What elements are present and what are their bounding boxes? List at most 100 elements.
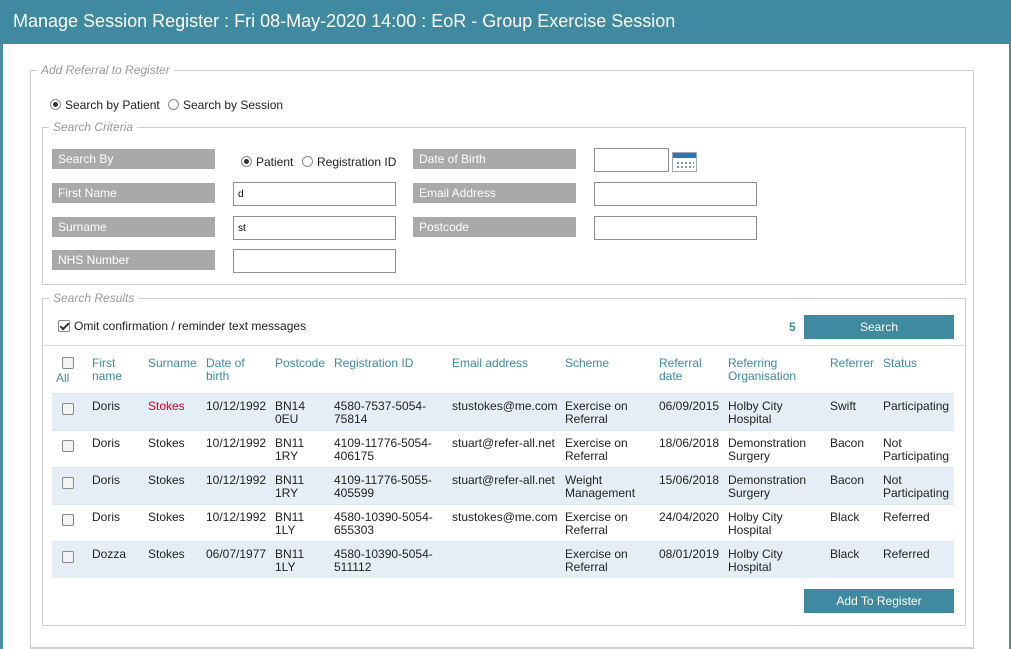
patient-radio[interactable] xyxy=(241,156,252,167)
select-all-header: All xyxy=(52,351,88,393)
row-referral-date: 18/06/2018 xyxy=(655,429,724,467)
row-email: stustokes@me.com xyxy=(448,392,561,430)
omit-messages-label: Omit confirmation / reminder text messag… xyxy=(74,319,307,333)
search-by-session-radio[interactable] xyxy=(168,99,179,110)
referring-org-header[interactable]: Referring Organisation xyxy=(724,351,826,393)
row-referral-date: 24/04/2020 xyxy=(655,503,724,541)
dob-header[interactable]: Date of birth xyxy=(202,351,271,393)
surname-input[interactable] xyxy=(233,216,396,240)
row-referring-org: Demonstration Surgery xyxy=(724,429,826,467)
row-surname: Stokes xyxy=(144,392,202,430)
search-by-patient-radio[interactable] xyxy=(50,99,61,110)
select-all-checkbox[interactable] xyxy=(62,357,74,369)
add-referral-legend: Add Referral to Register xyxy=(41,63,170,77)
referrer-header[interactable]: Referrer xyxy=(826,351,879,393)
row-scheme: Exercise on Referral xyxy=(561,540,655,578)
table-row[interactable]: Doris Stokes 10/12/1992 BN11 1RY 4109-117… xyxy=(52,429,954,467)
row-referrer: Swift xyxy=(826,392,879,430)
results-divider xyxy=(43,345,965,346)
row-referrer: Bacon xyxy=(826,429,879,467)
nhs-number-input[interactable] xyxy=(233,249,396,273)
row-referrer: Bacon xyxy=(826,466,879,504)
status-header[interactable]: Status xyxy=(879,351,954,393)
referral-date-header[interactable]: Referral date xyxy=(655,351,724,393)
email-address-input[interactable] xyxy=(594,182,757,206)
row-referral-date: 15/06/2018 xyxy=(655,466,724,504)
row-postcode: BN11 1LY xyxy=(271,540,330,578)
row-referring-org: Holby City Hospital xyxy=(724,503,826,541)
date-of-birth-label: Date of Birth xyxy=(413,149,576,169)
row-checkbox[interactable] xyxy=(62,439,74,452)
table-row[interactable]: Dozza Stokes 06/07/1977 BN11 1LY 4580-103… xyxy=(52,540,954,578)
registration-id-label: Registration ID xyxy=(317,155,397,169)
registration-id-header[interactable]: Registration ID xyxy=(330,351,448,393)
postcode-input[interactable] xyxy=(594,216,757,240)
row-status: Not Participating xyxy=(879,429,954,467)
row-surname: Stokes xyxy=(144,540,202,578)
first-name-label: First Name xyxy=(52,183,215,203)
email-address-label: Email Address xyxy=(413,183,576,203)
main-content: Add Referral to Register Search by Patie… xyxy=(3,44,1009,649)
search-by-patient-label: Search by Patient xyxy=(65,98,160,112)
first-name-header[interactable]: First name xyxy=(88,351,144,393)
row-registration-id: 4580-10390-5054- 655303 xyxy=(330,503,448,541)
row-referrer: Black xyxy=(826,540,879,578)
row-scheme: Exercise on Referral xyxy=(561,392,655,430)
row-email xyxy=(448,540,561,578)
row-first-name: Doris xyxy=(88,466,144,504)
postcode-header[interactable]: Postcode xyxy=(271,351,330,393)
row-postcode: BN11 1RY xyxy=(271,429,330,467)
row-status: Not Participating xyxy=(879,466,954,504)
row-checkbox[interactable] xyxy=(62,402,74,415)
table-row[interactable]: Doris Stokes 10/12/1992 BN11 1LY 4580-103… xyxy=(52,503,954,541)
add-to-register-button[interactable]: Add To Register xyxy=(804,589,954,613)
row-checkbox[interactable] xyxy=(62,513,74,526)
row-first-name: Dozza xyxy=(88,540,144,578)
row-dob: 10/12/1992 xyxy=(202,503,271,541)
row-status: Referred xyxy=(879,540,954,578)
row-postcode: BN14 0EU xyxy=(271,392,330,430)
first-name-input[interactable] xyxy=(233,182,396,206)
row-surname: Stokes xyxy=(144,429,202,467)
postcode-label: Postcode xyxy=(413,217,576,237)
search-by-session-option[interactable]: Search by Session xyxy=(168,98,283,112)
search-button[interactable]: Search xyxy=(804,315,954,339)
row-checkbox[interactable] xyxy=(62,476,74,489)
scheme-header[interactable]: Scheme xyxy=(561,351,655,393)
date-of-birth-input[interactable] xyxy=(594,148,669,172)
surname-header[interactable]: Surname xyxy=(144,351,202,393)
table-row[interactable]: Doris Stokes 10/12/1992 BN14 0EU 4580-753… xyxy=(52,392,954,430)
row-postcode: BN11 1LY xyxy=(271,503,330,541)
email-header[interactable]: Email address xyxy=(448,351,561,393)
table-row[interactable]: Doris Stokes 10/12/1992 BN11 1RY 4109-117… xyxy=(52,466,954,504)
result-count: 5 xyxy=(789,320,796,334)
row-scheme: Exercise on Referral xyxy=(561,429,655,467)
row-dob: 06/07/1977 xyxy=(202,540,271,578)
row-postcode: BN11 1RY xyxy=(271,466,330,504)
search-by-registration-option[interactable]: Registration ID xyxy=(302,155,396,169)
calendar-icon[interactable] xyxy=(672,152,697,172)
search-by-patient-type-option[interactable]: Patient xyxy=(241,155,293,169)
row-referring-org: Holby City Hospital xyxy=(724,392,826,430)
search-criteria-legend: Search Criteria xyxy=(53,120,134,134)
row-referral-date: 08/01/2019 xyxy=(655,540,724,578)
row-scheme: Weight Management xyxy=(561,466,655,504)
row-referral-date: 06/09/2015 xyxy=(655,392,724,430)
row-dob: 10/12/1992 xyxy=(202,392,271,430)
omit-messages-checkbox[interactable] xyxy=(58,320,70,332)
row-registration-id: 4109-11776-5055- 405599 xyxy=(330,466,448,504)
row-scheme: Exercise on Referral xyxy=(561,503,655,541)
row-registration-id: 4580-7537-5054- 75814 xyxy=(330,392,448,430)
registration-id-radio[interactable] xyxy=(302,156,313,167)
results-header-row: All First name Surname Date of birth Postc… xyxy=(52,351,954,393)
row-first-name: Doris xyxy=(88,503,144,541)
search-by-patient-option[interactable]: Search by Patient xyxy=(50,98,160,112)
results-table-wrap: All First name Surname Date of birth Postc… xyxy=(52,351,954,578)
row-first-name: Doris xyxy=(88,429,144,467)
row-status: Participating xyxy=(879,392,954,430)
row-dob: 10/12/1992 xyxy=(202,429,271,467)
row-referrer: Black xyxy=(826,503,879,541)
omit-messages-option[interactable]: Omit confirmation / reminder text messag… xyxy=(58,319,306,333)
row-checkbox[interactable] xyxy=(62,550,74,563)
surname-label: Surname xyxy=(52,217,215,237)
